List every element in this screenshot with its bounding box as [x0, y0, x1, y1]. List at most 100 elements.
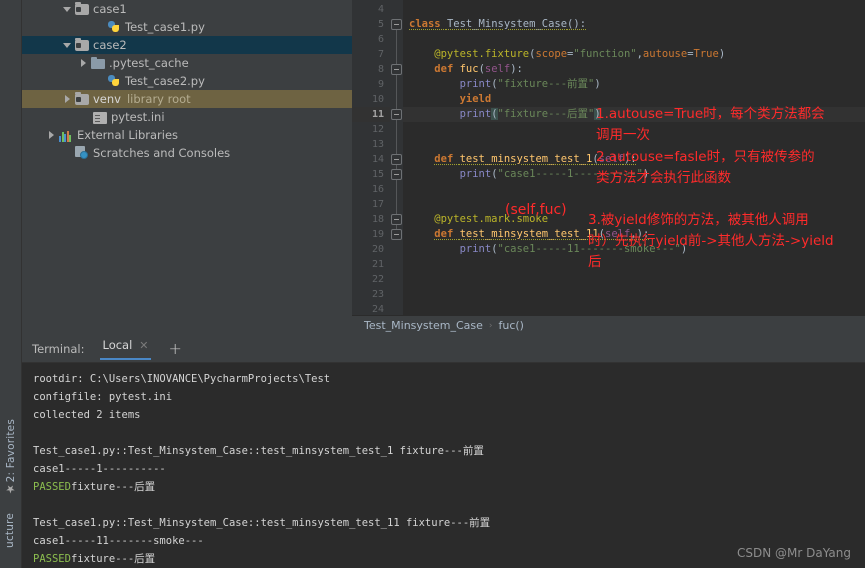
fold-toggle-icon[interactable]	[391, 154, 402, 165]
line-number[interactable]: 12	[352, 122, 390, 137]
line-number[interactable]: 6	[352, 32, 390, 47]
fold-toggle-icon[interactable]	[391, 229, 402, 240]
python-file-icon	[107, 74, 121, 88]
fold-toggle-icon[interactable]	[391, 169, 402, 180]
tree-item-pytest-ini[interactable]: pytest.ini	[22, 108, 352, 126]
terminal-output[interactable]: rootdir: C:\Users\INOVANCE\PycharmProjec…	[22, 363, 865, 568]
line-number[interactable]: 11	[352, 107, 390, 122]
line-number[interactable]: 16	[352, 182, 390, 197]
tree-item-test-case1-py[interactable]: Test_case1.py	[22, 18, 352, 36]
terminal-pane[interactable]: Terminal: Local ✕ + rootdir: C:\Users\IN…	[22, 335, 865, 568]
chevron-down-icon[interactable]	[62, 4, 73, 15]
fold-toggle-icon[interactable]	[391, 109, 402, 120]
external-libraries-icon	[59, 130, 73, 142]
line-number[interactable]: 17	[352, 197, 390, 212]
line-number[interactable]: 15	[352, 167, 390, 182]
terminal-tab-bar: Terminal: Local ✕ +	[22, 335, 865, 363]
fold-toggle-icon[interactable]	[391, 19, 402, 30]
line-number[interactable]: 19	[352, 227, 390, 242]
code-token	[409, 168, 460, 180]
code-line[interactable]: def test_minsystem_test_1(self):	[403, 152, 865, 167]
code-token	[409, 108, 460, 120]
code-line[interactable]	[403, 2, 865, 17]
code-line[interactable]: def fuc(self):	[403, 62, 865, 77]
spacer	[78, 112, 89, 123]
line-number[interactable]: 7	[352, 47, 390, 62]
code-line[interactable]	[403, 287, 865, 302]
code-line[interactable]: yield	[403, 92, 865, 107]
line-number[interactable]: 23	[352, 287, 390, 302]
line-number[interactable]: 22	[352, 272, 390, 287]
tree-item-scratches-and-consoles[interactable]: Scratches and Consoles	[22, 144, 352, 162]
code-token	[409, 63, 434, 75]
fold-toggle-icon[interactable]	[391, 64, 402, 75]
tree-item-case2[interactable]: case2	[22, 36, 352, 54]
line-number[interactable]: 13	[352, 137, 390, 152]
code-line[interactable]: print("fixture---前置")	[403, 77, 865, 92]
code-line[interactable]: class Test_Minsystem_Case():	[403, 17, 865, 32]
code-line[interactable]: print("fixture---后置")	[403, 107, 865, 122]
tree-item-external-libraries[interactable]: External Libraries	[22, 126, 352, 144]
chevron-down-icon[interactable]	[62, 40, 73, 51]
code-line[interactable]	[403, 182, 865, 197]
code-token: )	[681, 243, 687, 255]
sidebar-tab-structure[interactable]: ucture	[0, 513, 21, 548]
chevron-right-icon[interactable]	[62, 94, 73, 105]
editor-breadcrumb[interactable]: Test_Minsystem_Case › fuc()	[352, 315, 865, 335]
tree-item-venv[interactable]: venv library root	[22, 90, 352, 108]
code-line[interactable]	[403, 257, 865, 272]
terminal-left-edge	[22, 363, 32, 568]
chevron-right-icon[interactable]	[46, 130, 57, 141]
tree-item-label: case2	[93, 36, 127, 54]
line-number[interactable]: 9	[352, 77, 390, 92]
line-number[interactable]: 24	[352, 302, 390, 315]
code-token: )	[719, 48, 725, 60]
add-terminal-icon[interactable]: +	[169, 341, 182, 357]
tree-item-label: pytest.ini	[111, 108, 165, 126]
code-token: def	[434, 63, 459, 75]
terminal-line: case1-----1----------	[33, 460, 865, 478]
code-line[interactable]: print("case1-----1----------")	[403, 167, 865, 182]
breadcrumb-class[interactable]: Test_Minsystem_Case	[364, 319, 483, 332]
code-line[interactable]: @pytest.mark.smoke	[403, 212, 865, 227]
line-number[interactable]: 18	[352, 212, 390, 227]
code-line[interactable]	[403, 302, 865, 315]
line-number[interactable]: 21	[352, 257, 390, 272]
editor-code-area[interactable]: class Test_Minsystem_Case(): @pytest.fix…	[403, 0, 865, 315]
terminal-line: rootdir: C:\Users\INOVANCE\PycharmProjec…	[33, 370, 865, 388]
line-number[interactable]: 20	[352, 242, 390, 257]
sidebar-tab-favorites[interactable]: ★2: Favorites	[0, 419, 21, 496]
favorites-label: 2: Favorites	[5, 419, 17, 482]
code-line[interactable]	[403, 137, 865, 152]
editor-body: 4 5 6 7 8 9 10 11 12 13 14 15 16 17 18 19 20 21 22 23 24 cla…	[352, 0, 865, 315]
tree-item-test-case2-py[interactable]: Test_case2.py	[22, 72, 352, 90]
line-number[interactable]: 4	[352, 2, 390, 17]
line-number[interactable]: 14	[352, 152, 390, 167]
code-token: )	[643, 168, 649, 180]
line-number[interactable]: 5	[352, 17, 390, 32]
code-line[interactable]	[403, 32, 865, 47]
code-editor-pane[interactable]: 4 5 6 7 8 9 10 11 12 13 14 15 16 17 18 19 20 21 22 23 24 cla…	[352, 0, 865, 335]
code-line[interactable]: @pytest.fixture(scope="function",autouse…	[403, 47, 865, 62]
tree-item-case1[interactable]: case1	[22, 0, 352, 18]
chevron-right-icon[interactable]	[78, 58, 89, 69]
code-token: self	[485, 63, 510, 75]
fold-toggle-icon[interactable]	[391, 214, 402, 225]
code-line[interactable]: def test_minsystem_test_11(self,):	[403, 227, 865, 242]
code-line[interactable]: print("case1-----11-------smoke---")	[403, 242, 865, 257]
terminal-line-text: fixture---后置	[71, 553, 155, 565]
terminal-status-passed: PASSED	[33, 481, 71, 493]
editor-fold-gutter[interactable]	[390, 0, 403, 315]
line-number[interactable]: 10	[352, 92, 390, 107]
close-icon[interactable]: ✕	[139, 339, 148, 352]
editor-line-numbers[interactable]: 4 5 6 7 8 9 10 11 12 13 14 15 16 17 18 19 20 21 22 23 24	[352, 0, 390, 315]
code-line[interactable]	[403, 272, 865, 287]
line-number[interactable]: 8	[352, 62, 390, 77]
code-line[interactable]	[403, 122, 865, 137]
tree-item-pytest-cache[interactable]: .pytest_cache	[22, 54, 352, 72]
terminal-tab-local[interactable]: Local ✕	[100, 338, 150, 360]
project-tree-pane[interactable]: case1 Test_case1.py case2 .pytest_cache Test…	[22, 0, 352, 335]
upper-region: case1 Test_case1.py case2 .pytest_cache Test…	[0, 0, 865, 335]
code-line[interactable]	[403, 197, 865, 212]
breadcrumb-method[interactable]: fuc()	[498, 319, 523, 332]
